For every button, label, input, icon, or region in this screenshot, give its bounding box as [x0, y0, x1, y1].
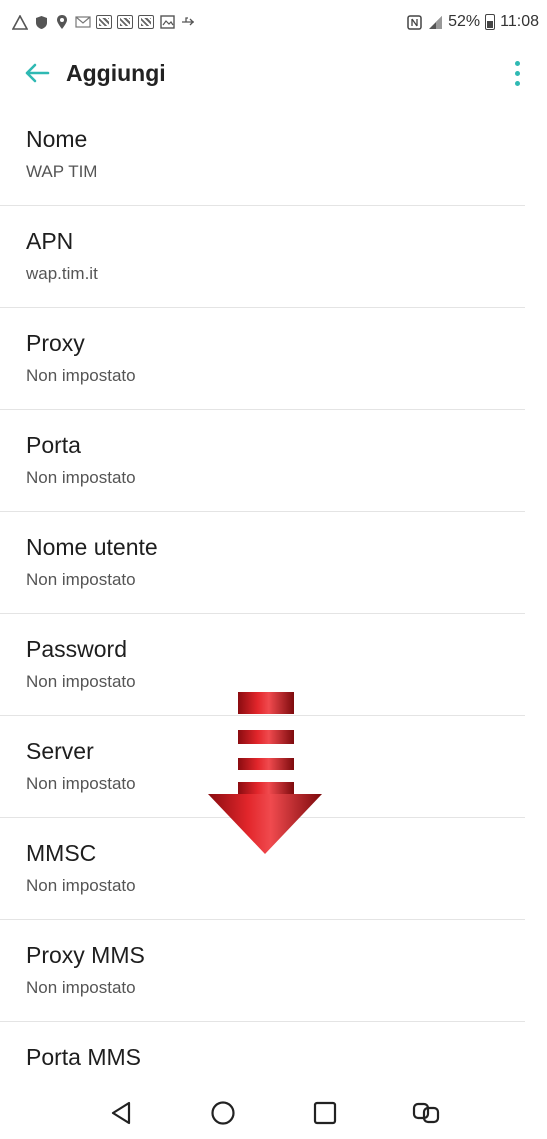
app-bar: Aggiungi — [0, 44, 547, 102]
setting-item-nome-utente[interactable]: Nome utente Non impostato — [0, 512, 525, 614]
setting-value: WAP TIM — [26, 162, 98, 181]
more-vert-icon — [514, 60, 520, 66]
setting-label: Proxy MMS — [26, 942, 145, 968]
nav-recents-button[interactable] — [295, 1091, 355, 1135]
page-title: Aggiungi — [66, 59, 166, 86]
image-icon — [117, 15, 133, 29]
setting-value: wap.tim.it — [26, 264, 98, 283]
recents-icon — [313, 1101, 336, 1125]
setting-item-nome[interactable]: Nome WAP TIM — [0, 104, 525, 206]
clock: 11:08 — [500, 13, 539, 30]
image-icon — [138, 15, 154, 29]
setting-value: Non impostato — [26, 468, 136, 487]
setting-item-proxy[interactable]: Proxy Non impostato — [0, 308, 525, 410]
status-bar: 52% 11:08 — [0, 0, 547, 44]
setting-value: Non impostato — [26, 570, 136, 589]
message-icon — [75, 14, 91, 30]
status-bar-notifications — [12, 14, 196, 30]
setting-label: Server — [26, 738, 94, 764]
usb-icon — [180, 14, 196, 30]
setting-item-server[interactable]: Server Non impostato — [0, 716, 525, 818]
setting-label: Porta MMS — [26, 1044, 142, 1070]
setting-label: Password — [26, 636, 127, 662]
warning-icon — [12, 14, 28, 30]
setting-label: Nome — [26, 126, 88, 152]
setting-item-proxy-mms[interactable]: Proxy MMS Non impostato — [0, 920, 525, 1022]
status-bar-system: 52% 11:08 — [406, 13, 539, 31]
nav-home-button[interactable] — [193, 1091, 253, 1135]
back-arrow-icon — [25, 63, 50, 83]
back-button[interactable] — [22, 58, 52, 88]
nfc-icon — [406, 14, 422, 30]
gallery-icon — [159, 14, 175, 30]
shield-icon — [33, 14, 49, 30]
home-icon — [210, 1101, 235, 1125]
dual-window-icon — [412, 1102, 439, 1124]
setting-value: Non impostato — [26, 366, 136, 385]
setting-value: Non impostato — [26, 978, 136, 997]
setting-item-password[interactable]: Password Non impostato — [0, 614, 525, 716]
battery-percentage: 52% — [448, 13, 481, 30]
setting-label: Proxy — [26, 330, 85, 356]
setting-label: Porta — [26, 432, 81, 458]
overflow-menu-button[interactable] — [505, 55, 529, 91]
setting-label: Nome utente — [26, 534, 158, 560]
setting-value: Non impostato — [26, 672, 136, 691]
back-icon — [111, 1101, 130, 1125]
setting-item-apn[interactable]: APN wap.tim.it — [0, 206, 525, 308]
nav-dual-window-button[interactable] — [397, 1091, 457, 1135]
battery-icon — [485, 14, 496, 30]
setting-item-porta[interactable]: Porta Non impostato — [0, 410, 525, 512]
image-icon — [96, 15, 112, 29]
apn-settings-list: Nome WAP TIM APN wap.tim.it Proxy Non im… — [0, 104, 547, 1124]
setting-value: Non impostato — [26, 876, 136, 895]
location-icon — [54, 14, 70, 30]
signal-icon — [427, 14, 443, 30]
setting-item-mmsc[interactable]: MMSC Non impostato — [0, 818, 525, 920]
setting-value: Non impostato — [26, 774, 136, 793]
setting-label: APN — [26, 228, 74, 254]
nav-back-button[interactable] — [91, 1091, 151, 1135]
setting-label: MMSC — [26, 840, 97, 866]
navigation-bar — [0, 1087, 547, 1139]
